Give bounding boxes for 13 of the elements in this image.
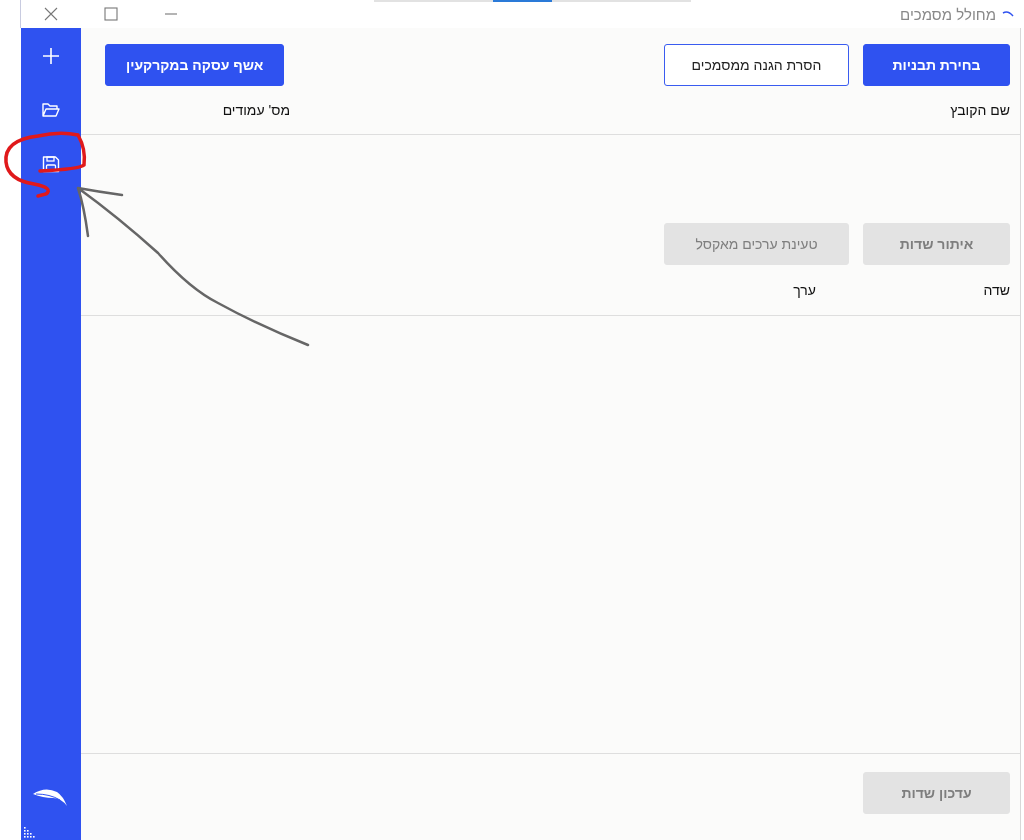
plus-icon[interactable] bbox=[41, 46, 61, 66]
primary-button[interactable]: אשף עסקה במקרקעין bbox=[105, 44, 285, 86]
folder-icon[interactable] bbox=[41, 100, 61, 120]
action-button[interactable]: הסרת הגנה ממסמכים bbox=[664, 44, 849, 86]
column-header: ערך bbox=[792, 282, 816, 298]
resize-grip-icon[interactable] bbox=[23, 826, 35, 838]
column-header: מס' עמודים bbox=[221, 102, 290, 118]
primary-button[interactable]: בחירת תבניות bbox=[863, 44, 1010, 86]
close-icon[interactable] bbox=[44, 7, 58, 21]
column-header: שדה bbox=[982, 282, 1010, 298]
window-title: מחולל מסמכים bbox=[900, 5, 996, 23]
column-header: שם הקובץ bbox=[949, 102, 1010, 118]
app-icon bbox=[1002, 10, 1014, 18]
